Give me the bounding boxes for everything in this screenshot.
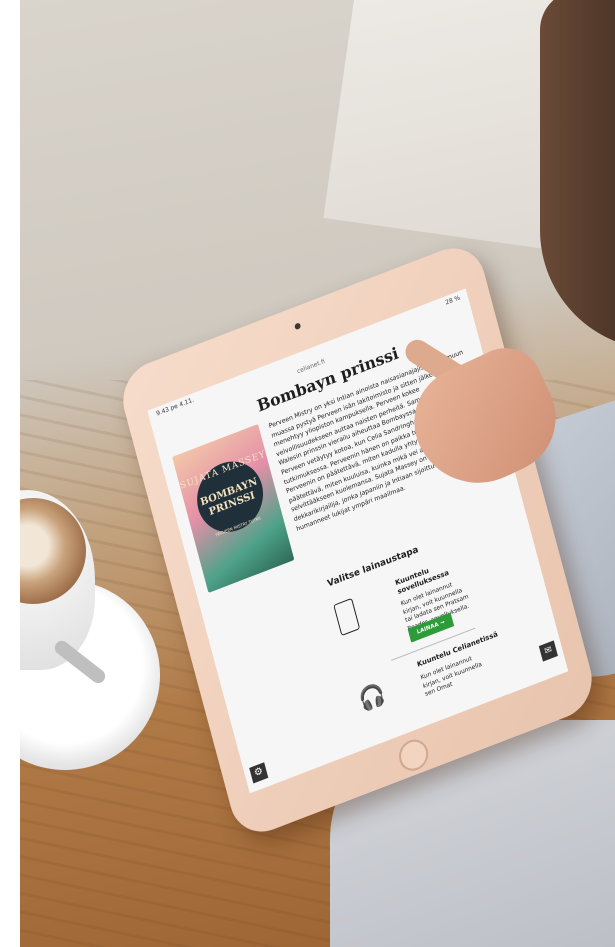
photo-scene: 9.43 pe 4.11. 28 % celianet.fi Bombayn p… [0, 0, 615, 947]
camera-icon [294, 322, 302, 331]
home-button[interactable] [395, 735, 432, 776]
person-hair [540, 0, 615, 350]
phone-icon [333, 597, 361, 637]
settings-icon[interactable]: ⚙ [249, 762, 269, 784]
left-margin [0, 0, 20, 947]
battery-indicator: 28 % [444, 294, 461, 307]
headphones-icon: 🎧 [356, 680, 389, 715]
chat-icon[interactable]: ✉ [538, 640, 558, 662]
